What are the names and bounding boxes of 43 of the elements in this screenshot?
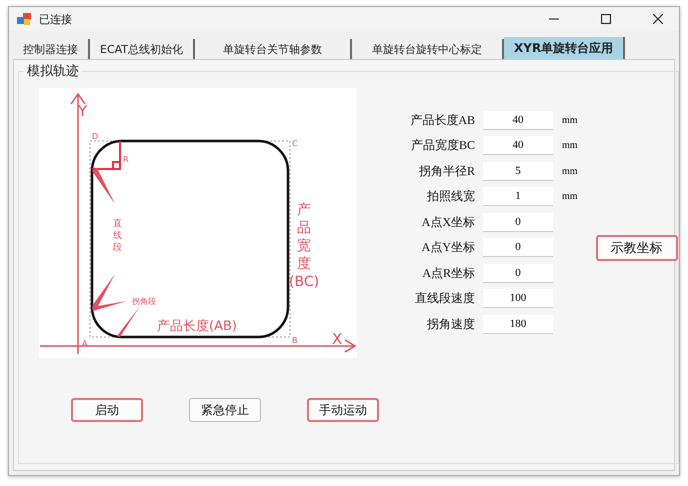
- window-title: 已连接: [39, 12, 72, 26]
- action-button[interactable]: 启动: [71, 398, 143, 422]
- corner-segment-label: 拐角段: [132, 297, 156, 306]
- axis-label: Y: [78, 102, 88, 120]
- field-label: A点Y坐标: [420, 239, 475, 256]
- radius-marker: [91, 140, 121, 170]
- group-title: 模拟轨迹: [26, 63, 80, 80]
- corner-label: C: [292, 139, 298, 148]
- field-label: A点R坐标: [421, 264, 475, 282]
- field-label: A点X坐标: [420, 214, 475, 230]
- length-label: 产品长度(AB): [157, 319, 237, 334]
- action-button[interactable]: 手动运动: [307, 398, 379, 422]
- tab[interactable]: XYR单旋转台应用: [504, 37, 626, 59]
- input-field[interactable]: 1: [483, 187, 553, 206]
- action-button[interactable]: 紧急停止: [189, 398, 261, 422]
- input-field[interactable]: 40: [483, 136, 553, 155]
- input-field[interactable]: 40: [483, 110, 553, 130]
- input-field[interactable]: 180: [483, 314, 553, 334]
- unit-label: mm: [562, 191, 578, 202]
- teach-button[interactable]: 示教坐标: [596, 235, 678, 261]
- width-label: 产 品 宽 度 (BC): [289, 202, 320, 290]
- field-label: 产品宽度BC: [410, 137, 475, 154]
- input-field[interactable]: 5: [483, 162, 553, 180]
- close-icon[interactable]: [653, 14, 663, 24]
- input-field[interactable]: 100: [483, 289, 553, 308]
- unit-label: mm: [562, 114, 578, 126]
- app-icon: [17, 12, 31, 26]
- field-label: 拐角半径R: [418, 162, 475, 180]
- straight-segment-label: 直线段: [113, 219, 122, 253]
- input-field[interactable]: 0: [483, 212, 553, 232]
- unit-label: mm: [562, 140, 578, 151]
- maximize-icon[interactable]: [601, 14, 611, 24]
- field-label: 直线段速度: [414, 290, 475, 307]
- field-label: 产品长度AB: [409, 112, 475, 128]
- input-field[interactable]: 0: [483, 238, 553, 257]
- unit-label: mm: [562, 166, 578, 176]
- input-field[interactable]: 0: [483, 264, 553, 282]
- corner-label: B: [292, 336, 298, 345]
- corner-label: D: [92, 132, 98, 141]
- axis-label: X: [332, 330, 342, 348]
- field-label: 拍照线宽: [426, 188, 475, 205]
- field-label: 拐角速度: [426, 316, 475, 332]
- radius-label: R: [123, 155, 129, 164]
